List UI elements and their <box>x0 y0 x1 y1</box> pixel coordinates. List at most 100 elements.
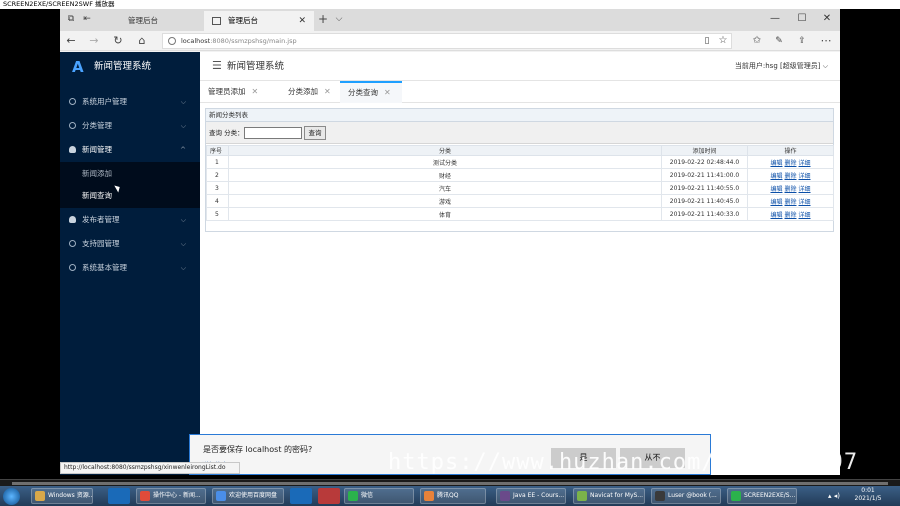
more-icon[interactable]: ⋯ <box>819 34 833 48</box>
submenu-item-label: 新闻查询 <box>82 191 112 200</box>
row-actions: 编辑 删除 详细 <box>747 155 834 169</box>
browser-tab-2[interactable]: 管理后台 ✕ <box>204 11 314 31</box>
tab-admin-add[interactable]: 管理员添加 ✕ <box>200 81 270 103</box>
minimize-button[interactable]: — <box>768 12 782 26</box>
share-icon[interactable]: ⇪ <box>795 34 809 48</box>
detail-link[interactable]: 详细 <box>799 160 811 167</box>
edit-link[interactable]: 编辑 <box>770 186 782 193</box>
close-icon[interactable]: ✕ <box>252 87 259 96</box>
status-url-tooltip: http://localhost:8080/ssmzpshsg/xinwenle… <box>60 462 240 474</box>
url-input[interactable]: localhost:8080/ssmzpshsg/main.jsp <box>162 33 732 49</box>
volume-icon[interactable]: ◂) <box>834 492 840 500</box>
detail-link[interactable]: 详细 <box>799 186 811 193</box>
clock-date: 2021/1/5 <box>854 495 882 502</box>
favorites-hub-icon[interactable]: ✩ <box>750 34 764 48</box>
tab-list-button[interactable]: ⌵ <box>332 12 346 26</box>
tab-back-icon[interactable]: ⇤ <box>80 12 94 26</box>
taskbar-clock[interactable]: 0:01 2021/1/5 <box>846 487 890 503</box>
edit-link[interactable]: 编辑 <box>770 173 782 180</box>
taskbar-item[interactable]: 操作中心 - 新闻... <box>136 488 206 504</box>
close-tab-icon[interactable]: ✕ <box>298 11 306 31</box>
sidebar-item-system-basic[interactable]: 系统基本管理 ⌵ <box>60 256 200 280</box>
taskbar-item[interactable]: SCREEN2EXE/S... <box>727 488 797 504</box>
row-actions: 编辑 删除 详细 <box>747 194 834 208</box>
edit-link[interactable]: 编辑 <box>770 212 782 219</box>
close-icon[interactable]: ✕ <box>324 87 331 96</box>
row-actions: 编辑 删除 详细 <box>747 207 834 221</box>
close-icon[interactable]: ✕ <box>384 88 391 97</box>
delete-link[interactable]: 删除 <box>784 212 796 219</box>
browser-window: ⧉ ⇤ 管理后台 管理后台 ✕ + ⌵ — ☐ ✕ ← → ↻ ⌂ localh… <box>60 9 840 475</box>
sidebar-item-category[interactable]: 分类管理 ⌵ <box>60 114 200 138</box>
menu-toggle-icon[interactable]: ☰ <box>212 60 222 72</box>
pinned-app-icon[interactable] <box>108 488 130 504</box>
new-tab-button[interactable]: + <box>316 12 330 26</box>
taskbar-item[interactable]: Java EE - Cours... <box>496 488 566 504</box>
delete-link[interactable]: 删除 <box>784 173 796 180</box>
logo-icon: A <box>72 58 84 76</box>
maximize-button[interactable]: ☐ <box>795 12 809 26</box>
tab-label: 分类查询 <box>348 88 378 97</box>
app-icon <box>216 491 226 501</box>
sidebar-item-publisher[interactable]: 发布者管理 ⌵ <box>60 208 200 232</box>
favorite-star-icon[interactable]: ☆ <box>716 34 730 48</box>
detail-link[interactable]: 详细 <box>799 212 811 219</box>
row-index: 3 <box>206 181 229 195</box>
content-area: 新闻分类列表 查询 分类： 查询 序号 分类 添加时间 操作 1 测试分类 20… <box>200 103 840 475</box>
taskbar-item[interactable]: Luser @book (... <box>651 488 721 504</box>
start-button[interactable] <box>3 488 20 505</box>
pen-note-icon[interactable]: ✎ <box>772 34 786 48</box>
tab-label: 管理员添加 <box>208 87 246 96</box>
taskbar-item[interactable]: 欢迎使用百度网盘 <box>212 488 284 504</box>
edit-link[interactable]: 编辑 <box>770 160 782 167</box>
detail-link[interactable]: 详细 <box>799 199 811 206</box>
delete-link[interactable]: 删除 <box>784 160 796 167</box>
close-window-button[interactable]: ✕ <box>820 12 834 26</box>
current-user-label: 当前用户:hsg [超级管理员] <box>734 62 821 70</box>
detail-link[interactable]: 详细 <box>799 173 811 180</box>
tab-category-query[interactable]: 分类查询 ✕ <box>340 81 402 103</box>
player-seek-bar[interactable] <box>0 479 900 486</box>
refresh-icon[interactable]: ↻ <box>111 34 125 48</box>
taskbar-item[interactable]: Navicat for MyS... <box>573 488 645 504</box>
search-button[interactable]: 查询 <box>304 126 326 140</box>
sidebar-item-news[interactable]: 新闻管理 ^ <box>60 138 200 162</box>
category-list-panel: 新闻分类列表 查询 分类： 查询 序号 分类 添加时间 操作 1 测试分类 20… <box>205 108 834 232</box>
browser-tab-1[interactable]: 管理后台 <box>104 11 204 31</box>
tab-preview-icon[interactable]: ⧉ <box>64 12 78 26</box>
delete-link[interactable]: 删除 <box>784 199 796 206</box>
panel-title: 新闻分类列表 <box>206 109 833 122</box>
row-time: 2019-02-21 11:41:00.0 <box>661 168 748 182</box>
reading-view-icon[interactable]: ▯ <box>700 34 714 48</box>
search-input[interactable] <box>244 127 302 139</box>
sidebar-item-support[interactable]: 支持园管理 ⌵ <box>60 232 200 256</box>
taskbar-item[interactable]: Windows 资源... <box>31 488 93 504</box>
sidebar-item-label: 系统基本管理 <box>82 263 127 272</box>
sidebar-item-label: 新闻管理 <box>82 145 112 154</box>
tab-category-add[interactable]: 分类添加 ✕ <box>280 81 340 103</box>
pinned-app-icon[interactable] <box>318 488 340 504</box>
app-icon <box>424 491 434 501</box>
row-category: 游戏 <box>228 194 662 208</box>
taskbar-item[interactable]: 腾讯QQ <box>420 488 486 504</box>
edit-link[interactable]: 编辑 <box>770 199 782 206</box>
submenu-item-news-query[interactable]: 新闻查询 <box>60 185 200 207</box>
pinned-app-icon[interactable] <box>290 488 312 504</box>
sidebar-item-label: 分类管理 <box>82 121 112 130</box>
browser-tab-2-label: 管理后台 <box>228 16 258 25</box>
sidebar-item-system-users[interactable]: 系统用户管理 ⌵ <box>60 90 200 114</box>
gear-icon <box>69 264 76 271</box>
row-actions: 编辑 删除 详细 <box>747 181 834 195</box>
back-icon[interactable]: ← <box>64 34 78 48</box>
row-index: 5 <box>206 207 229 221</box>
delete-link[interactable]: 删除 <box>784 186 796 193</box>
submenu-item-news-add[interactable]: 新闻添加 <box>60 163 200 185</box>
address-bar: ← → ↻ ⌂ localhost:8080/ssmzpshsg/main.js… <box>60 31 840 51</box>
network-icon[interactable]: ▴ <box>828 492 832 500</box>
table-row: 5 体育 2019-02-21 11:40:33.0 编辑 删除 详细 <box>206 207 834 221</box>
taskbar-item[interactable]: 微信 <box>344 488 414 504</box>
current-user-dropdown[interactable]: 当前用户:hsg [超级管理员] ⌵ <box>735 52 828 81</box>
home-icon[interactable]: ⌂ <box>135 34 149 48</box>
page-title: 新闻管理系统 <box>227 61 285 72</box>
forward-icon[interactable]: → <box>87 34 101 48</box>
